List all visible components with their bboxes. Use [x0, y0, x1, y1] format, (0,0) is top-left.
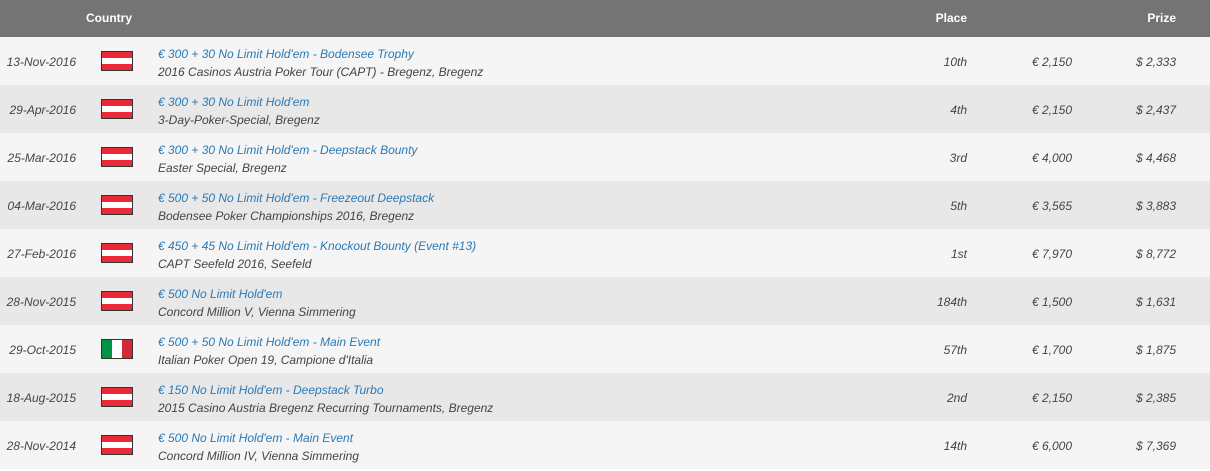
table-row: 29-Apr-2016 € 300 + 30 No Limit Hold'em …	[0, 85, 1210, 133]
row-date: 04-Mar-2016	[7, 199, 76, 213]
row-buyin: € 4,000	[1031, 151, 1072, 165]
event-title-link[interactable]: € 500 + 50 No Limit Hold'em - Main Event	[158, 334, 380, 350]
austria-flag-icon	[101, 387, 133, 407]
table-row: 13-Nov-2016 € 300 + 30 No Limit Hold'em …	[0, 37, 1210, 85]
row-event: € 500 + 50 No Limit Hold'em - Freezeout …	[158, 190, 434, 224]
austria-flag-icon	[101, 243, 133, 263]
event-venue: 2016 Casinos Austria Poker Tour (CAPT) -…	[158, 65, 484, 79]
row-date: 13-Nov-2016	[6, 55, 76, 69]
event-venue: Italian Poker Open 19, Campione d'Italia	[158, 353, 374, 367]
event-venue: 2015 Casino Austria Bregenz Recurring To…	[158, 401, 494, 415]
table-row: 25-Mar-2016 € 300 + 30 No Limit Hold'em …	[0, 133, 1210, 181]
event-title-link[interactable]: € 500 No Limit Hold'em - Main Event	[158, 430, 359, 446]
row-place: 2nd	[946, 391, 967, 405]
row-date: 25-Mar-2016	[7, 151, 76, 165]
results-table: Country Place Prize 13-Nov-2016 € 300 + …	[0, 0, 1210, 469]
row-place: 184th	[936, 295, 967, 309]
event-title-link[interactable]: € 300 + 30 No Limit Hold'em	[158, 94, 320, 110]
event-title-link[interactable]: € 300 + 30 No Limit Hold'em - Deepstack …	[158, 142, 417, 158]
row-buyin: € 7,970	[1031, 247, 1072, 261]
row-prize: $ 1,631	[1135, 295, 1176, 309]
row-event: € 150 No Limit Hold'em - Deepstack Turbo…	[158, 382, 493, 416]
row-prize: $ 2,385	[1135, 391, 1176, 405]
event-title-link[interactable]: € 300 + 30 No Limit Hold'em - Bodensee T…	[158, 46, 483, 62]
table-row: 27-Feb-2016 € 450 + 45 No Limit Hold'em …	[0, 229, 1210, 277]
row-place: 4th	[950, 103, 967, 117]
table-row: 29-Oct-2015 € 500 + 50 No Limit Hold'em …	[0, 325, 1210, 373]
row-event: € 500 No Limit Hold'em - Main Event Conc…	[158, 430, 359, 464]
row-prize: $ 7,369	[1135, 439, 1176, 453]
austria-flag-icon	[101, 291, 133, 311]
row-buyin: € 3,565	[1031, 199, 1072, 213]
row-buyin: € 6,000	[1031, 439, 1072, 453]
row-place: 3rd	[949, 151, 967, 165]
header-place[interactable]: Place	[936, 11, 967, 25]
event-title-link[interactable]: € 150 No Limit Hold'em - Deepstack Turbo	[158, 382, 493, 398]
event-venue: Bodensee Poker Championships 2016, Brege…	[158, 209, 415, 223]
event-venue: Easter Special, Bregenz	[158, 161, 287, 175]
row-prize: $ 4,468	[1135, 151, 1176, 165]
row-buyin: € 2,150	[1031, 55, 1072, 69]
row-date: 28-Nov-2015	[6, 295, 76, 309]
row-event: € 300 + 30 No Limit Hold'em 3-Day-Poker-…	[158, 94, 320, 128]
austria-flag-icon	[101, 147, 133, 167]
row-event: € 500 + 50 No Limit Hold'em - Main Event…	[158, 334, 380, 368]
row-buyin: € 1,500	[1031, 295, 1072, 309]
row-event: € 450 + 45 No Limit Hold'em - Knockout B…	[158, 238, 476, 272]
row-prize: $ 2,333	[1135, 55, 1176, 69]
row-place: 5th	[950, 199, 967, 213]
row-place: 57th	[943, 343, 967, 357]
table-row: 04-Mar-2016 € 500 + 50 No Limit Hold'em …	[0, 181, 1210, 229]
row-buyin: € 1,700	[1031, 343, 1072, 357]
table-row: 28-Nov-2014 € 500 No Limit Hold'em - Mai…	[0, 421, 1210, 469]
event-title-link[interactable]: € 450 + 45 No Limit Hold'em - Knockout B…	[158, 238, 476, 254]
row-prize: $ 3,883	[1135, 199, 1176, 213]
event-title-link[interactable]: € 500 No Limit Hold'em	[158, 286, 356, 302]
row-date: 18-Aug-2015	[6, 391, 76, 405]
row-date: 29-Oct-2015	[9, 343, 76, 357]
row-event: € 300 + 30 No Limit Hold'em - Bodensee T…	[158, 46, 483, 80]
austria-flag-icon	[101, 195, 133, 215]
row-event: € 300 + 30 No Limit Hold'em - Deepstack …	[158, 142, 417, 176]
row-date: 27-Feb-2016	[7, 247, 76, 261]
row-place: 10th	[943, 55, 967, 69]
row-buyin: € 2,150	[1031, 391, 1072, 405]
header-prize[interactable]: Prize	[1147, 11, 1176, 25]
row-event: € 500 No Limit Hold'em Concord Million V…	[158, 286, 356, 320]
row-date: 29-Apr-2016	[9, 103, 77, 117]
austria-flag-icon	[101, 99, 133, 119]
table-row: 28-Nov-2015 € 500 No Limit Hold'em Conco…	[0, 277, 1210, 325]
table-row: 18-Aug-2015 € 150 No Limit Hold'em - Dee…	[0, 373, 1210, 421]
row-prize: $ 2,437	[1135, 103, 1176, 117]
table-header: Country Place Prize	[0, 0, 1210, 37]
event-venue: Concord Million IV, Vienna Simmering	[158, 449, 359, 463]
row-buyin: € 2,150	[1031, 103, 1072, 117]
event-venue: 3-Day-Poker-Special, Bregenz	[158, 113, 320, 127]
row-date: 28-Nov-2014	[6, 439, 76, 453]
row-place: 14th	[943, 439, 967, 453]
row-prize: $ 8,772	[1135, 247, 1176, 261]
row-place: 1st	[950, 247, 967, 261]
italy-flag-icon	[101, 339, 133, 359]
row-prize: $ 1,875	[1135, 343, 1176, 357]
austria-flag-icon	[101, 51, 133, 71]
event-venue: CAPT Seefeld 2016, Seefeld	[158, 257, 312, 271]
austria-flag-icon	[101, 435, 133, 455]
event-venue: Concord Million V, Vienna Simmering	[158, 305, 356, 319]
event-title-link[interactable]: € 500 + 50 No Limit Hold'em - Freezeout …	[158, 190, 434, 206]
header-country[interactable]: Country	[86, 11, 132, 25]
